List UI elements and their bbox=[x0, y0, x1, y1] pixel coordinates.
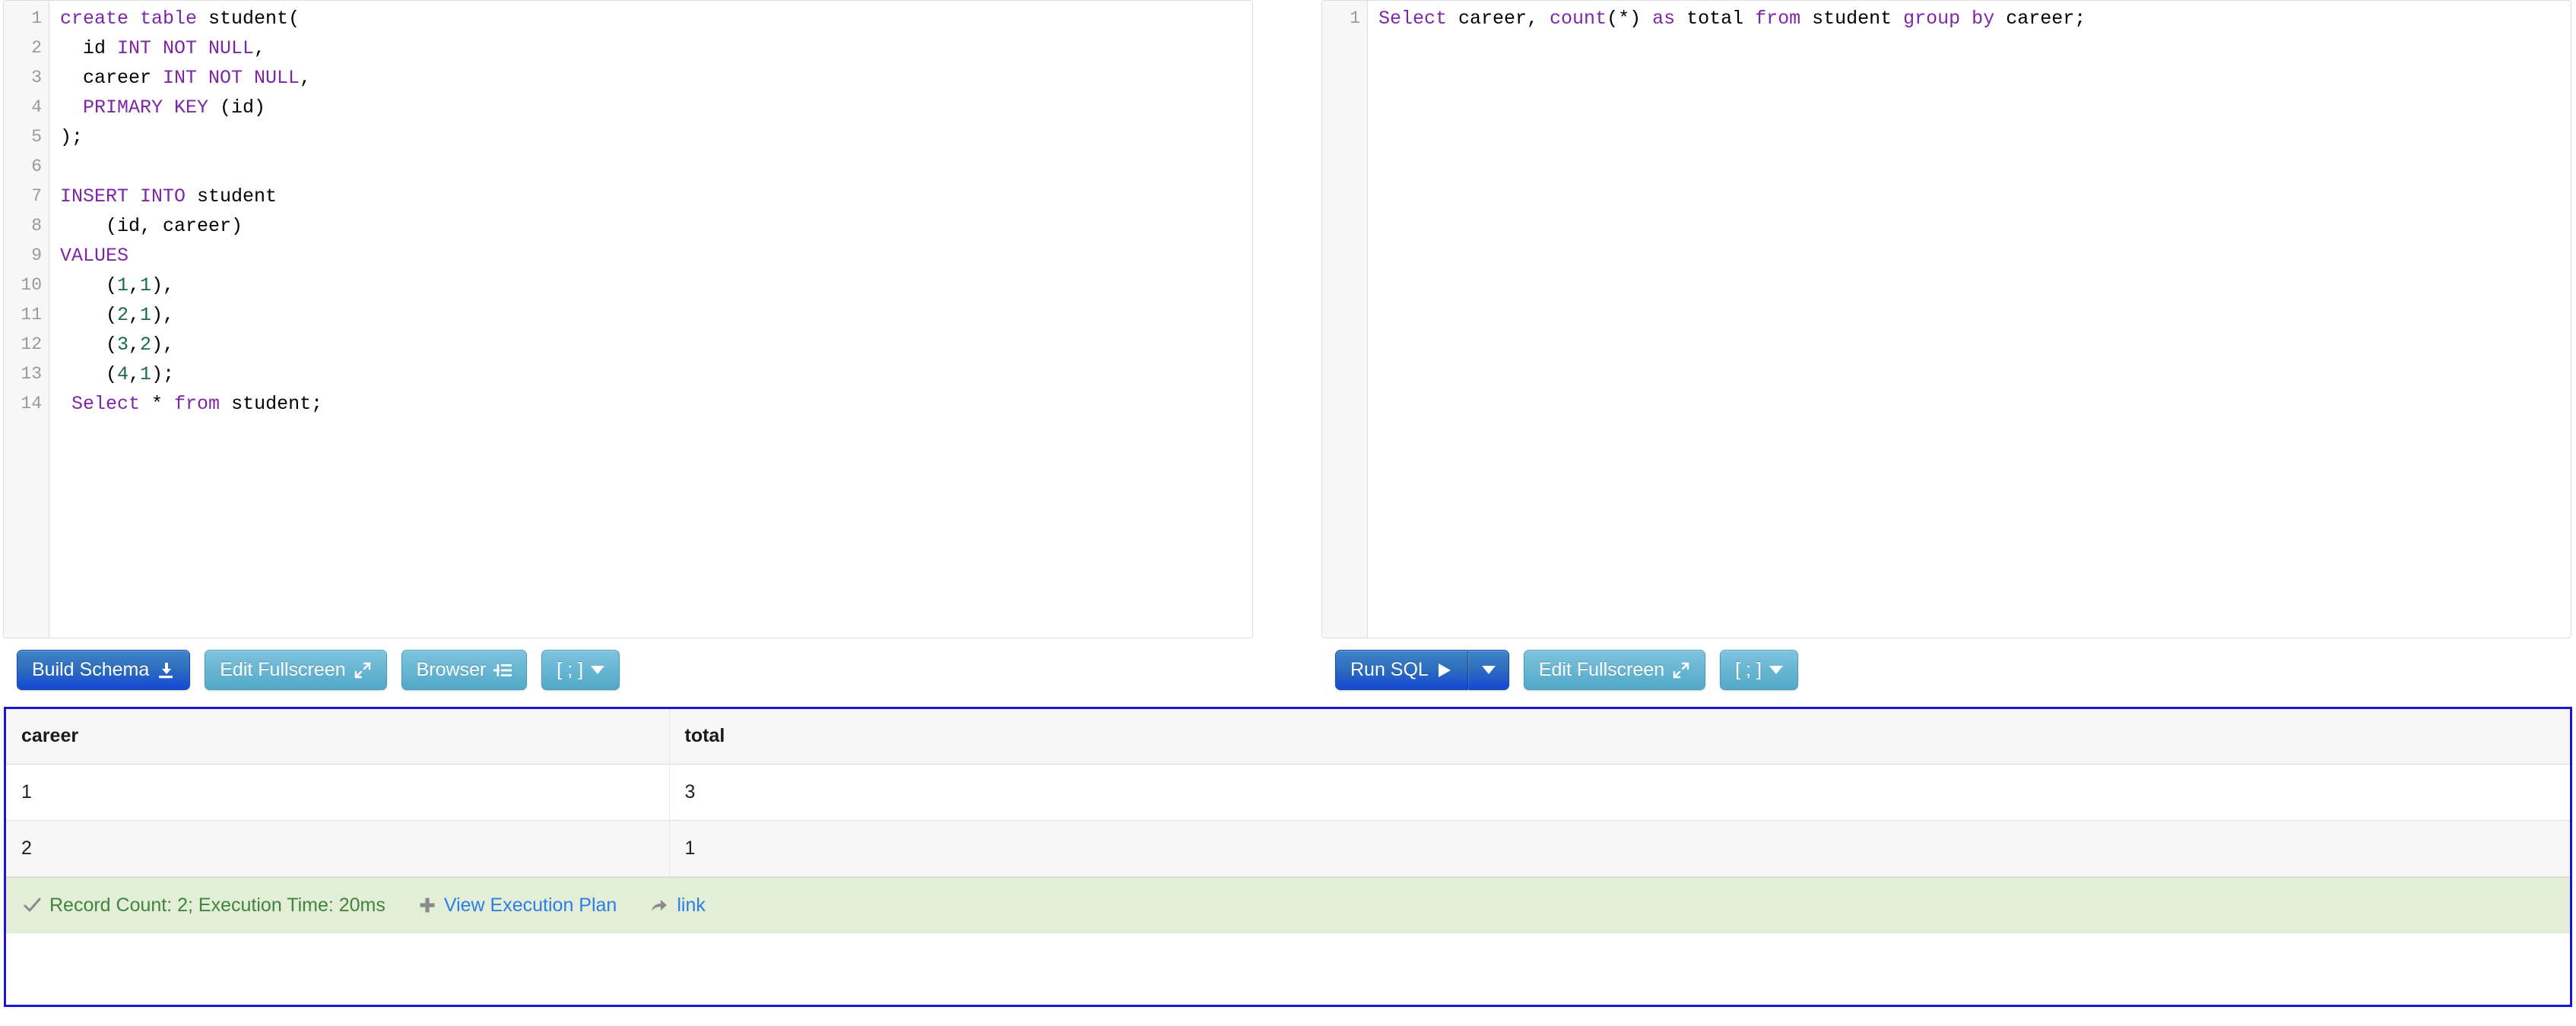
query-editor-code[interactable]: Select career, count(*) as total from st… bbox=[1368, 1, 2571, 638]
query-editor-gutter: 1 bbox=[1322, 1, 1368, 638]
share-arrow-icon bbox=[650, 896, 668, 914]
schema-editor-gutter: 1 2 3 4 5 6 7 8 9 10 11 12 13 14 bbox=[4, 1, 49, 638]
cell-total: 3 bbox=[669, 764, 2570, 821]
line-number: 1 bbox=[31, 8, 42, 28]
save-download-icon bbox=[157, 661, 175, 679]
play-icon bbox=[1436, 662, 1453, 679]
code-line: (3,2), bbox=[60, 334, 175, 356]
share-link-action[interactable]: link bbox=[650, 895, 706, 917]
code-line: ); bbox=[60, 126, 84, 148]
query-results-panel: career total 1 3 2 1 Record Count: 2; Ex… bbox=[4, 707, 2572, 1007]
code-line: Select career, count(*) as total from st… bbox=[1378, 8, 2086, 30]
code-line: (2,1), bbox=[60, 304, 175, 326]
view-execution-plan-action[interactable]: View Execution Plan bbox=[419, 895, 617, 917]
schema-editor-panel[interactable]: 1 2 3 4 5 6 7 8 9 10 11 12 13 14 create table student… bbox=[3, 0, 1253, 638]
checkmark-icon bbox=[23, 896, 41, 914]
line-number: 8 bbox=[31, 216, 42, 236]
schema-editor-code[interactable]: create table student( id INT NOT NULL, c… bbox=[49, 1, 1252, 638]
editor-area: 1 2 3 4 5 6 7 8 9 10 11 12 13 14 create table student… bbox=[0, 0, 2576, 638]
edit-fullscreen-button-left[interactable]: Edit Fullscreen bbox=[205, 650, 387, 690]
code-line: (4,1); bbox=[60, 363, 175, 385]
cell-total: 1 bbox=[669, 820, 2570, 877]
column-header-career[interactable]: career bbox=[6, 709, 670, 765]
expand-diagonal-icon bbox=[1672, 661, 1690, 679]
indent-list-icon bbox=[493, 661, 512, 679]
delimiter-label-left: [ ; ] bbox=[557, 659, 584, 680]
table-row[interactable]: 1 3 bbox=[6, 764, 2570, 821]
run-sql-split-button: Run SQL bbox=[1335, 650, 1509, 690]
browser-button[interactable]: Browser bbox=[401, 650, 528, 690]
delimiter-dropdown-right[interactable]: [ ; ] bbox=[1720, 650, 1798, 690]
table-row[interactable]: 2 1 bbox=[6, 820, 2570, 877]
run-sql-button[interactable]: Run SQL bbox=[1335, 650, 1468, 690]
build-schema-label: Build Schema bbox=[32, 659, 150, 680]
code-line: (1,1), bbox=[60, 274, 175, 296]
share-link[interactable]: link bbox=[677, 895, 706, 917]
line-number: 14 bbox=[21, 394, 42, 413]
line-number: 6 bbox=[31, 157, 42, 176]
record-count-status: Record Count: 2; Execution Time: 20ms bbox=[23, 895, 385, 917]
execution-status-bar: Record Count: 2; Execution Time: 20ms Vi… bbox=[6, 876, 2570, 933]
cell-career: 2 bbox=[6, 820, 670, 877]
code-line: INSERT INTO student bbox=[60, 185, 278, 207]
table-header-row: career total bbox=[6, 709, 2570, 765]
delimiter-label-right: [ ; ] bbox=[1735, 659, 1762, 680]
plus-icon bbox=[419, 897, 436, 914]
code-line: career INT NOT NULL, bbox=[60, 67, 312, 89]
results-table: career total 1 3 2 1 bbox=[6, 709, 2570, 877]
chevron-down-icon bbox=[1481, 666, 1496, 674]
line-number: 13 bbox=[21, 364, 42, 384]
build-schema-button[interactable]: Build Schema bbox=[17, 650, 191, 690]
code-line: id INT NOT NULL, bbox=[60, 37, 266, 59]
query-editor-panel[interactable]: 1 Select career, count(*) as total from … bbox=[1321, 0, 2571, 638]
chevron-down-icon bbox=[1769, 666, 1783, 674]
delimiter-dropdown-left[interactable]: [ ; ] bbox=[541, 650, 620, 690]
results-table-body: 1 3 2 1 bbox=[6, 764, 2570, 877]
code-line: (id, career) bbox=[60, 215, 243, 237]
edit-fullscreen-button-right[interactable]: Edit Fullscreen bbox=[1523, 650, 1706, 690]
query-toolbar: Run SQL Edit Fullscreen [ ; ] bbox=[1335, 650, 1813, 692]
cell-career: 1 bbox=[6, 764, 670, 821]
run-sql-label: Run SQL bbox=[1350, 659, 1429, 680]
line-number: 2 bbox=[31, 38, 42, 58]
column-header-total[interactable]: total bbox=[669, 709, 2570, 765]
edit-fullscreen-label-left: Edit Fullscreen bbox=[220, 659, 346, 680]
edit-fullscreen-label-right: Edit Fullscreen bbox=[1538, 659, 1665, 680]
line-number: 4 bbox=[31, 97, 42, 117]
code-line: create table student( bbox=[60, 8, 300, 30]
code-line: Select * from student; bbox=[71, 393, 323, 415]
code-line: PRIMARY KEY (id) bbox=[83, 97, 266, 119]
record-count-text: Record Count: 2; Execution Time: 20ms bbox=[49, 894, 385, 916]
line-number: 12 bbox=[21, 334, 42, 354]
line-number: 9 bbox=[31, 245, 42, 265]
code-line: VALUES bbox=[60, 245, 129, 267]
line-number: 5 bbox=[31, 127, 42, 147]
expand-diagonal-icon bbox=[354, 661, 372, 679]
line-number: 1 bbox=[1350, 8, 1360, 28]
line-number: 11 bbox=[21, 305, 42, 325]
line-number: 10 bbox=[21, 275, 42, 295]
view-execution-plan-link[interactable]: View Execution Plan bbox=[444, 895, 617, 917]
schema-toolbar: Build Schema Edit Fullscreen Browser [;… bbox=[17, 650, 634, 692]
chevron-down-icon bbox=[591, 666, 605, 674]
line-number: 7 bbox=[31, 186, 42, 206]
line-number: 3 bbox=[31, 68, 42, 87]
browser-label: Browser bbox=[416, 659, 487, 680]
run-sql-dropdown-toggle[interactable] bbox=[1467, 650, 1509, 690]
